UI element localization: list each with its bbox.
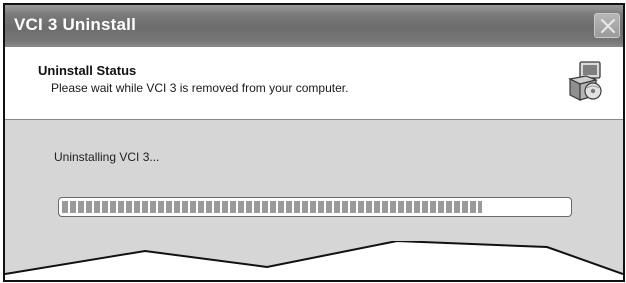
header-subtitle: Please wait while VCI 3 is removed from … [51, 81, 349, 95]
installer-icon [566, 59, 606, 103]
progress-fill [62, 201, 482, 213]
header-panel: Uninstall Status Please wait while VCI 3… [5, 47, 623, 120]
close-icon [600, 18, 616, 34]
close-button[interactable] [594, 13, 620, 38]
torn-edge-decoration [5, 241, 623, 280]
uninstall-window: VCI 3 Uninstall Uninstall Status Please … [3, 3, 625, 282]
header-title: Uninstall Status [38, 63, 137, 78]
window-title: VCI 3 Uninstall [14, 15, 137, 34]
status-text: Uninstalling VCI 3... [54, 150, 160, 164]
title-bar[interactable]: VCI 3 Uninstall [5, 5, 623, 47]
progress-bar [58, 197, 572, 217]
